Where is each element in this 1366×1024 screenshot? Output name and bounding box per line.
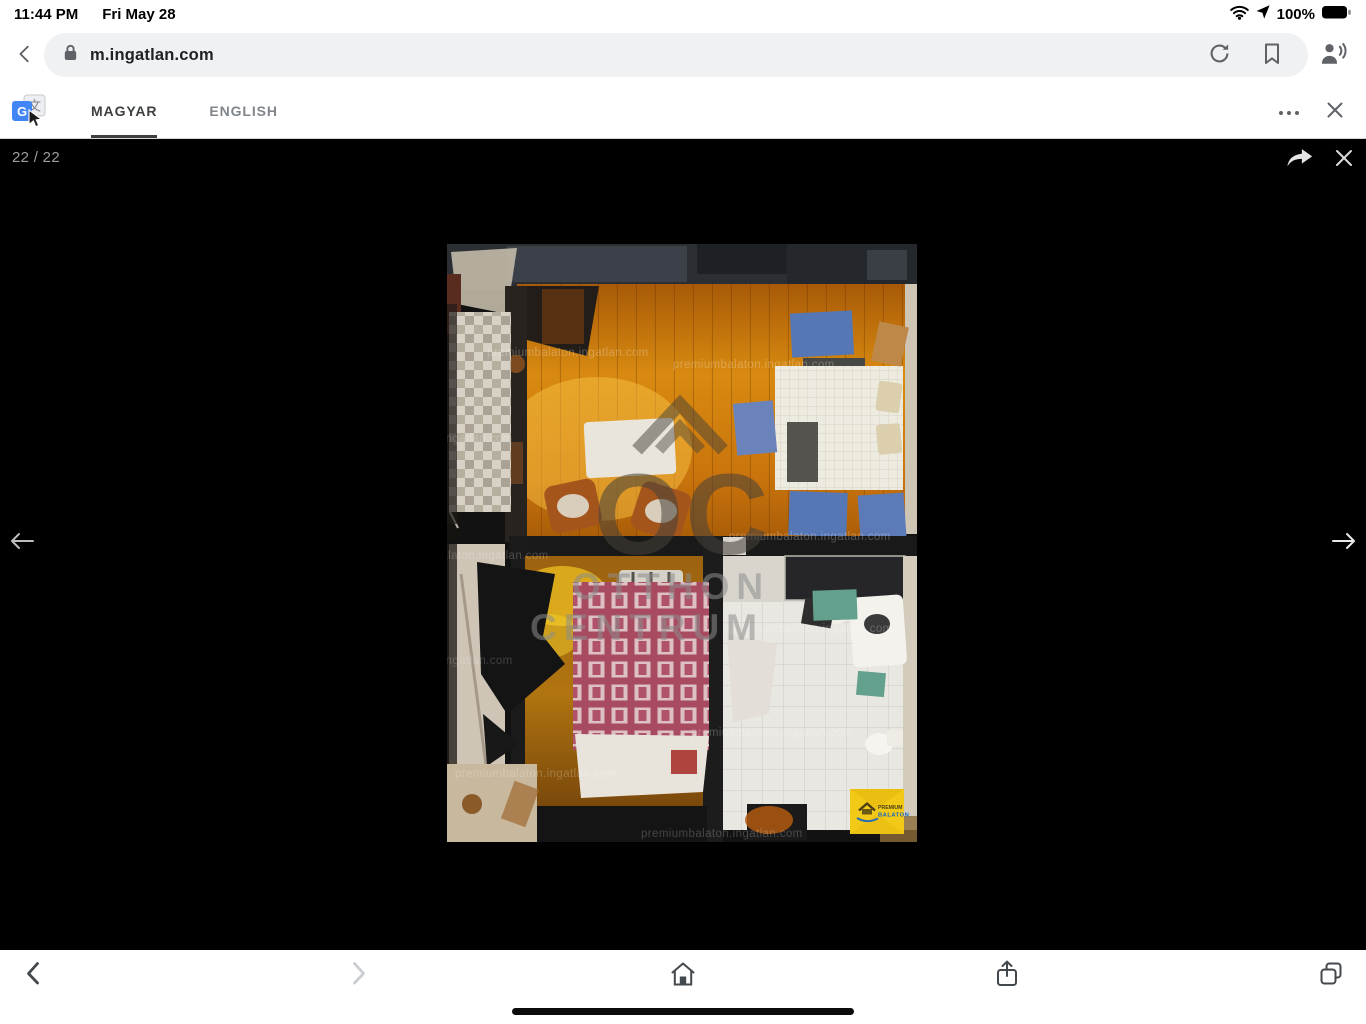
tab-magyar-label: MAGYAR <box>91 103 157 119</box>
arrow-right-icon <box>1331 531 1357 554</box>
battery-icon <box>1322 6 1352 23</box>
photo-counter: 22 / 22 <box>12 149 60 166</box>
share-button[interactable] <box>985 953 1029 997</box>
bookmark-button[interactable] <box>1252 33 1292 77</box>
chevron-right-icon <box>346 960 370 990</box>
share-icon <box>995 960 1019 991</box>
svg-text:OC: OC <box>594 451 771 579</box>
status-date: Fri May 28 <box>102 6 175 23</box>
url-text: m.ingatlan.com <box>90 46 1186 65</box>
translate-bar: 文 G MAGYAR ENGLISH <box>0 84 1366 139</box>
reload-icon <box>1209 43 1230 67</box>
close-icon <box>1325 100 1345 123</box>
tab-english[interactable]: ENGLISH <box>183 84 304 138</box>
wifi-icon <box>1230 5 1249 24</box>
svg-text:premiumbalaton.ingatlan.com: premiumbalaton.ingatlan.com <box>691 727 853 739</box>
address-row: m.ingatlan.com <box>0 26 1366 84</box>
translate-g: G <box>17 104 27 119</box>
tab-magyar[interactable]: MAGYAR <box>65 84 183 138</box>
svg-text:premiumbalaton.ingatlan.com: premiumbalaton.ingatlan.com <box>641 828 803 840</box>
home-icon <box>669 961 697 990</box>
battery-percent: 100% <box>1277 6 1315 23</box>
photo-gallery-overlay: 22 / 22 <box>0 139 1366 950</box>
browser-back-button[interactable] <box>6 33 44 77</box>
location-icon <box>1256 5 1270 23</box>
browser-window: 11:44 PM Fri May 28 100% <box>0 0 1366 1024</box>
svg-text:CENTRUM: CENTRUM <box>530 607 764 648</box>
tabs-icon <box>1318 961 1344 990</box>
home-button[interactable] <box>661 953 705 997</box>
share-curved-arrow-icon <box>1286 147 1314 172</box>
person-speaking-icon <box>1320 42 1347 68</box>
chevron-left-icon <box>14 43 36 68</box>
svg-text:premiumbalaton.ingatlan.com: premiumbalaton.ingatlan.com <box>447 550 549 562</box>
svg-text:BALATON: BALATON <box>878 813 909 819</box>
close-icon <box>1333 147 1355 172</box>
translate-more-button[interactable] <box>1270 91 1308 131</box>
svg-text:premiumbalaton.ingatlan.com: premiumbalaton.ingatlan.com <box>673 359 835 371</box>
google-translate-icon: 文 G <box>11 94 49 128</box>
gallery-share-button[interactable] <box>1280 139 1320 179</box>
clock: 11:44 PM <box>14 6 78 23</box>
chevron-left-icon <box>22 960 46 990</box>
address-bar[interactable]: m.ingatlan.com <box>44 33 1308 77</box>
arrow-left-icon <box>9 531 35 554</box>
status-bar: 11:44 PM Fri May 28 100% <box>0 0 1366 26</box>
translate-language-tabs: MAGYAR ENGLISH <box>65 84 304 138</box>
premium-balaton-badge: PREMIUM BALATON <box>850 789 909 834</box>
svg-text:premiumbalaton.ingatlan.com: premiumbalaton.ingatlan.com <box>487 347 649 359</box>
room-hallway <box>447 304 511 524</box>
history-back-button[interactable] <box>12 953 56 997</box>
svg-text:premiumbalaton.ingatlan.com: premiumbalaton.ingatlan.com <box>447 655 513 667</box>
svg-text:PREMIUM: PREMIUM <box>878 805 903 811</box>
svg-text:OTTHON: OTTHON <box>572 566 770 607</box>
svg-text:premiumbalaton.ingatlan.com: premiumbalaton.ingatlan.com <box>455 768 617 780</box>
gallery-close-button[interactable] <box>1324 139 1364 179</box>
floor-plan-top-wall <box>447 244 917 290</box>
voice-search-button[interactable] <box>1308 33 1358 77</box>
history-forward-button[interactable] <box>336 953 380 997</box>
tab-switcher-button[interactable] <box>1309 953 1353 997</box>
floor-plan-image: premiumbalaton.ingatlan.com premiumbalat… <box>447 244 917 842</box>
gallery-photo-floor-plan[interactable]: premiumbalaton.ingatlan.com premiumbalat… <box>447 244 917 842</box>
bookmark-icon <box>1263 43 1281 68</box>
lock-icon <box>64 44 77 66</box>
tab-english-label: ENGLISH <box>209 103 278 119</box>
translate-close-button[interactable] <box>1316 91 1354 131</box>
home-indicator[interactable] <box>512 1008 854 1015</box>
ellipsis-icon <box>1278 104 1300 119</box>
next-photo-button[interactable] <box>1324 522 1364 562</box>
previous-photo-button[interactable] <box>2 522 42 562</box>
reload-button[interactable] <box>1199 33 1239 77</box>
mouse-cursor-icon <box>28 109 42 133</box>
svg-text:premiumbalaton.ingatlan.com: premiumbalaton.ingatlan.com <box>447 433 513 445</box>
